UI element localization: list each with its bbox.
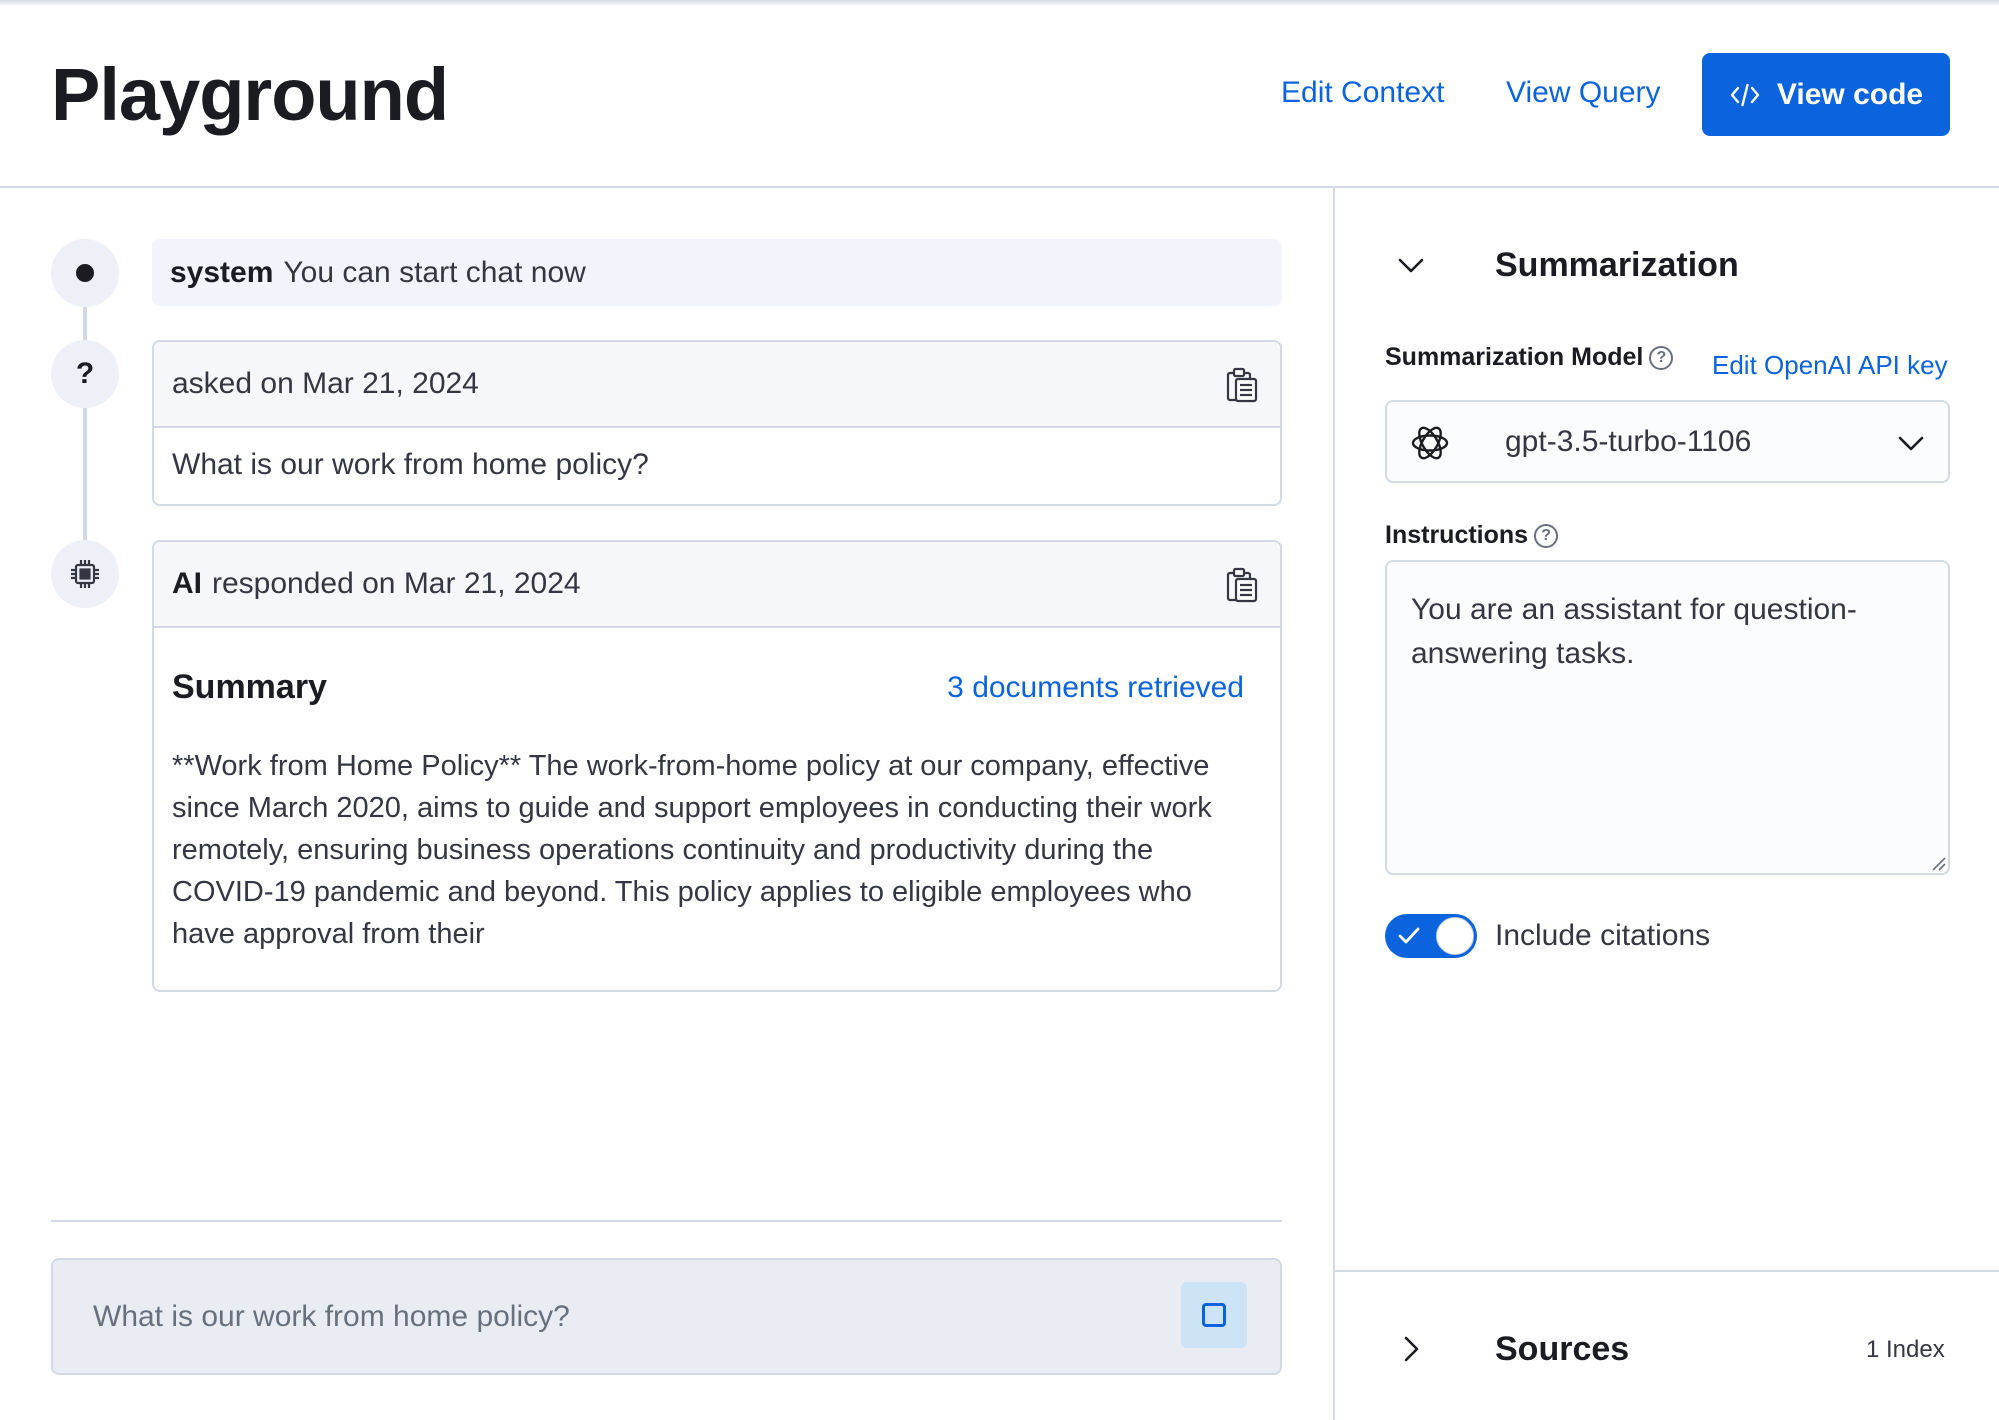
input-divider xyxy=(51,1220,1282,1222)
help-icon[interactable]: ? xyxy=(1649,345,1674,370)
system-message: system You can start chat now xyxy=(152,239,1282,306)
system-message-text: You can start chat now xyxy=(283,256,586,289)
model-select[interactable]: gpt-3.5-turbo-1106 xyxy=(1385,400,1950,483)
documents-retrieved-link[interactable]: 3 documents retrieved xyxy=(947,671,1244,705)
summarization-title: Summarization xyxy=(1495,246,1739,284)
check-icon xyxy=(1398,927,1420,944)
instructions-textarea[interactable]: You are an assistant for question-answer… xyxy=(1385,560,1950,875)
chevron-right-icon[interactable] xyxy=(1394,1332,1428,1366)
help-icon[interactable]: ? xyxy=(1534,523,1559,548)
openai-icon xyxy=(1411,426,1449,460)
code-icon xyxy=(1730,83,1760,106)
include-citations-toggle[interactable] xyxy=(1385,914,1477,958)
timeline-line xyxy=(83,300,87,540)
edit-openai-key-link[interactable]: Edit OpenAI API key xyxy=(1712,350,1948,381)
summary-title: Summary xyxy=(172,668,327,706)
panel-divider-vertical xyxy=(1333,188,1335,1420)
user-message-timestamp: asked on Mar 21, 2024 xyxy=(172,367,479,400)
summarization-model-label: Summarization Model ? xyxy=(1385,343,1674,372)
chevron-down-icon xyxy=(1898,436,1924,451)
instructions-label-text: Instructions xyxy=(1385,521,1529,549)
ai-message-card: AI responded on Mar 21, 2024 Summary 3 do… xyxy=(152,540,1282,992)
sources-title: Sources xyxy=(1495,1330,1630,1368)
page-header: Playground Edit Context View Query View … xyxy=(0,0,1999,188)
chat-input-placeholder: What is our work from home policy? xyxy=(93,1299,570,1333)
chip-icon xyxy=(71,560,99,588)
summary-row: Summary 3 documents retrieved xyxy=(154,628,1280,707)
page-title: Playground xyxy=(51,53,449,136)
user-message-text: What is our work from home policy? xyxy=(172,448,649,481)
include-citations-label: Include citations xyxy=(1495,919,1711,952)
panel-divider-horizontal xyxy=(1335,1270,1999,1272)
model-value: gpt-3.5-turbo-1106 xyxy=(1505,424,1752,458)
user-message-card: asked on Mar 21, 2024 What is our work f… xyxy=(152,340,1282,506)
user-message-header: asked on Mar 21, 2024 xyxy=(154,342,1280,428)
edit-context-link[interactable]: Edit Context xyxy=(1281,76,1444,110)
clipboard-icon[interactable] xyxy=(1224,567,1258,603)
view-query-link[interactable]: View Query xyxy=(1506,76,1661,110)
system-avatar xyxy=(51,239,119,307)
clipboard-icon[interactable] xyxy=(1224,367,1258,403)
dot-icon xyxy=(76,264,94,282)
ai-message-timestamp: responded on Mar 21, 2024 xyxy=(212,567,581,600)
summarization-model-label-text: Summarization Model xyxy=(1385,343,1644,371)
send-button[interactable] xyxy=(1181,1282,1247,1348)
summary-text: **Work from Home Policy** The work-from-… xyxy=(172,750,1212,950)
chat-input[interactable]: What is our work from home policy? xyxy=(51,1258,1282,1375)
chevron-down-icon[interactable] xyxy=(1394,248,1428,282)
system-role-label: system xyxy=(170,256,274,289)
ai-avatar xyxy=(51,540,119,608)
instructions-label: Instructions ? xyxy=(1385,521,1559,550)
view-code-button[interactable]: View code xyxy=(1702,53,1950,136)
user-avatar: ? xyxy=(51,340,119,408)
sources-count: 1 Index xyxy=(1866,1336,1945,1363)
ai-message-header: AI responded on Mar 21, 2024 xyxy=(154,542,1280,628)
resize-handle-icon[interactable] xyxy=(1930,855,1946,871)
ai-role-label: AI xyxy=(172,567,202,600)
question-mark-icon: ? xyxy=(75,357,95,390)
toggle-knob xyxy=(1436,917,1474,955)
stop-square-icon xyxy=(1202,1303,1226,1327)
view-code-label: View code xyxy=(1776,77,1924,111)
